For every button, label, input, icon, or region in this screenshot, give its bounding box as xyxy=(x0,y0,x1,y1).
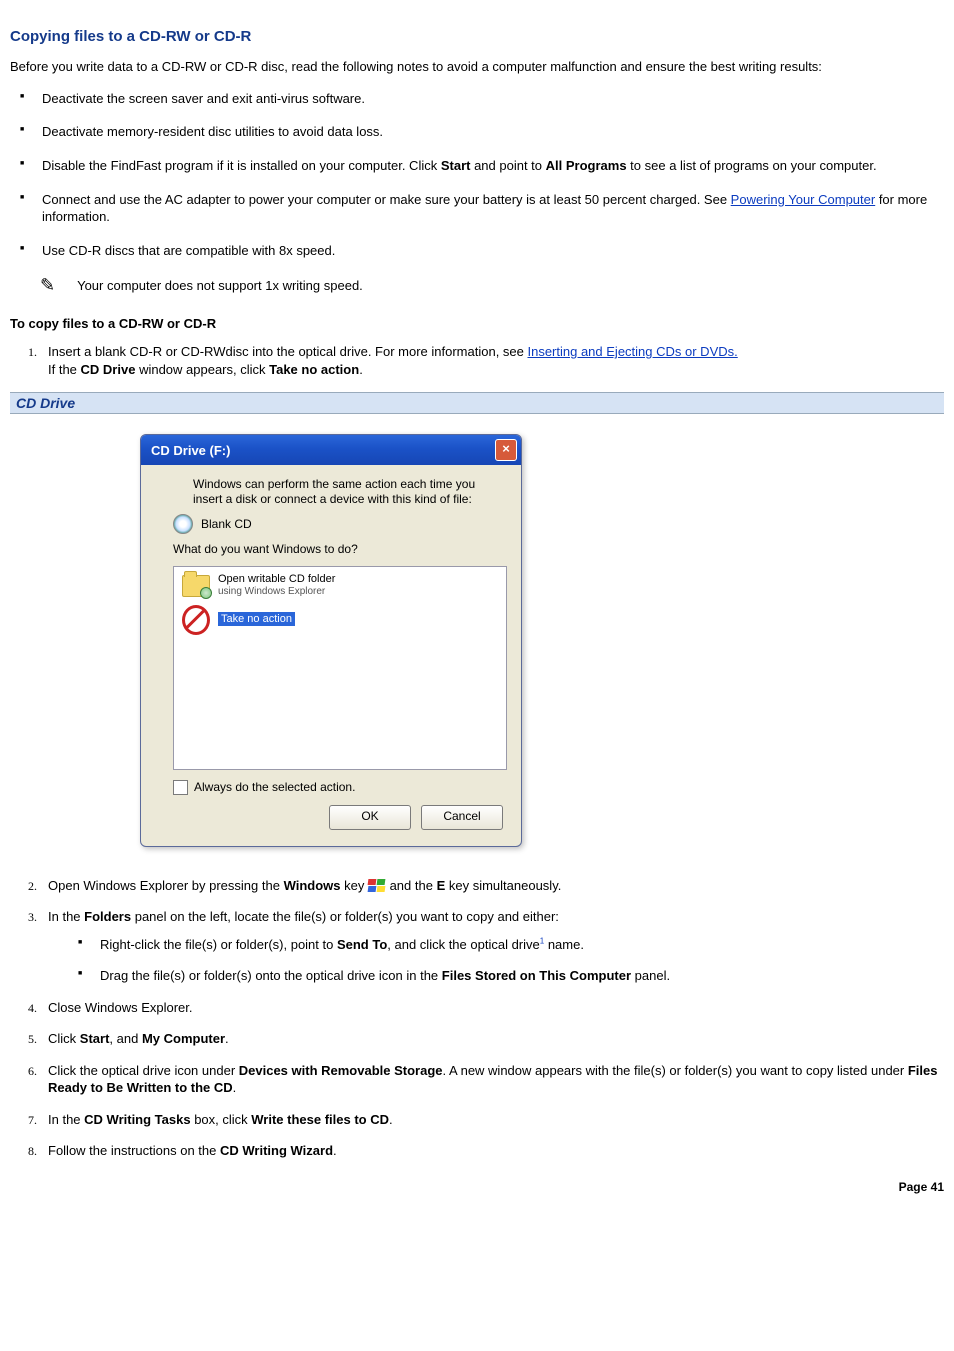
figure-caption: CD Drive xyxy=(10,392,944,414)
note-text: Your computer does not support 1x writin… xyxy=(77,278,363,293)
step-1: Insert a blank CD-R or CD-RWdisc into th… xyxy=(40,343,944,378)
dialog-title: CD Drive (F:) xyxy=(151,443,230,458)
option-take-no-action[interactable]: Take no action xyxy=(176,603,504,637)
dialog-question: What do you want Windows to do? xyxy=(173,542,507,558)
media-type-label: Blank CD xyxy=(201,517,252,531)
step-3: In the Folders panel on the left, locate… xyxy=(40,908,944,985)
note-item: Deactivate memory-resident disc utilitie… xyxy=(20,123,944,141)
folder-icon xyxy=(182,575,210,597)
note-item: Connect and use the AC adapter to power … xyxy=(20,191,944,226)
action-listbox[interactable]: Open writable CD folder using Windows Ex… xyxy=(173,566,507,770)
close-button[interactable]: × xyxy=(495,439,517,461)
section-heading: Copying files to a CD-RW or CD-R xyxy=(10,28,944,45)
note-callout: ✎ Your computer does not support 1x writ… xyxy=(40,275,944,296)
checkbox-label: Always do the selected action. xyxy=(194,780,355,794)
step-7: In the CD Writing Tasks box, click Write… xyxy=(40,1111,944,1129)
windows-key-icon xyxy=(368,879,386,893)
step-4: Close Windows Explorer. xyxy=(40,999,944,1017)
note-item: Deactivate the screen saver and exit ant… xyxy=(20,90,944,108)
step-2: Open Windows Explorer by pressing the Wi… xyxy=(40,877,944,895)
step-6: Click the optical drive icon under Devic… xyxy=(40,1062,944,1097)
step-5: Click Start, and My Computer. xyxy=(40,1030,944,1048)
cd-icon xyxy=(173,514,193,534)
link-inserting-ejecting[interactable]: Inserting and Ejecting CDs or DVDs. xyxy=(527,344,737,359)
intro-paragraph: Before you write data to a CD-RW or CD-R… xyxy=(10,59,944,76)
always-do-checkbox[interactable] xyxy=(173,780,188,795)
cancel-button[interactable]: Cancel xyxy=(421,805,503,830)
note-item: Use CD-R discs that are compatible with … xyxy=(20,242,944,260)
note-item: Disable the FindFast program if it is in… xyxy=(20,157,944,175)
notes-list: Deactivate the screen saver and exit ant… xyxy=(10,90,944,259)
step-3-sub-b: Drag the file(s) or folder(s) onto the o… xyxy=(78,967,944,985)
procedure-list-cont: Open Windows Explorer by pressing the Wi… xyxy=(10,877,944,1160)
link-powering-your-computer[interactable]: Powering Your Computer xyxy=(731,192,876,207)
no-action-icon xyxy=(182,605,210,635)
step-3-sub-a: Right-click the file(s) or folder(s), po… xyxy=(78,936,944,954)
dialog-instruction: Windows can perform the same action each… xyxy=(193,477,507,506)
dialog-titlebar: CD Drive (F:) × xyxy=(141,435,521,465)
step-8: Follow the instructions on the CD Writin… xyxy=(40,1142,944,1160)
procedure-heading: To copy files to a CD-RW or CD-R xyxy=(10,316,944,333)
procedure-list: Insert a blank CD-R or CD-RWdisc into th… xyxy=(10,343,944,378)
page-number: Page 41 xyxy=(899,1180,944,1194)
ok-button[interactable]: OK xyxy=(329,805,411,830)
cd-drive-dialog: CD Drive (F:) × Windows can perform the … xyxy=(140,434,522,846)
option-open-writable-folder[interactable]: Open writable CD folder using Windows Ex… xyxy=(176,569,504,603)
pencil-icon: ✎ xyxy=(40,275,55,296)
